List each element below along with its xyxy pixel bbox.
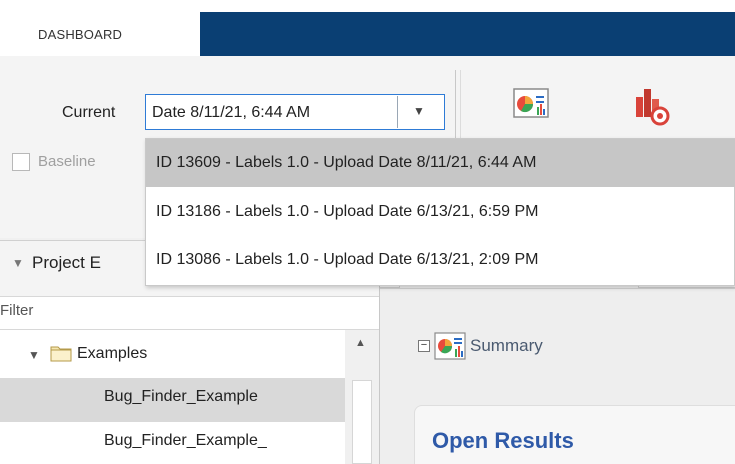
filter-row — [0, 296, 380, 330]
tree-item-label: Bug_Finder_Example_ — [104, 432, 267, 449]
content-tab-divider — [380, 288, 735, 289]
summary-section-title[interactable]: Summary — [470, 336, 543, 356]
tab-dashboard[interactable]: DASHBOARD — [18, 12, 200, 56]
scroll-up-icon[interactable]: ▲ — [355, 337, 366, 349]
tree-item-label: Bug_Finder_Example — [104, 388, 258, 405]
dropdown-option[interactable]: ID 13609 - Labels 1.0 - Upload Date 8/11… — [146, 139, 735, 187]
bar-chart-alert-icon[interactable] — [630, 85, 672, 127]
dropdown-option[interactable]: ID 13086 - Labels 1.0 - Upload Date 6/13… — [146, 236, 735, 284]
project-browser-title: Project E — [32, 253, 101, 272]
current-run-value[interactable]: Date 8/11/21, 6:44 AM — [152, 104, 310, 122]
tab-strip-bar — [200, 12, 735, 58]
dropdown-option[interactable]: ID 13186 - Labels 1.0 - Upload Date 6/13… — [146, 188, 735, 236]
filter-input[interactable]: Filter — [0, 302, 33, 319]
expand-caret-icon[interactable]: ▼ — [28, 348, 40, 362]
scrollbar-thumb[interactable] — [352, 380, 372, 464]
folder-icon — [50, 344, 72, 367]
chevron-down-icon[interactable]: ▼ — [413, 104, 425, 118]
select-divider — [397, 96, 398, 128]
summary-chart-icon — [434, 332, 466, 365]
collapse-triangle-icon[interactable]: ▼ — [12, 256, 24, 270]
run-dropdown-list: ID 13609 - Labels 1.0 - Upload Date 8/11… — [145, 138, 735, 286]
open-results-title: Open Results — [432, 428, 574, 453]
collapse-section-icon[interactable]: − — [418, 340, 430, 352]
tree-folder-label: Examples — [77, 345, 148, 362]
baseline-checkbox[interactable] — [12, 153, 30, 171]
baseline-label: Baseline — [38, 153, 96, 170]
summary-chart-icon[interactable] — [510, 85, 552, 127]
current-label: Current — [62, 104, 116, 121]
